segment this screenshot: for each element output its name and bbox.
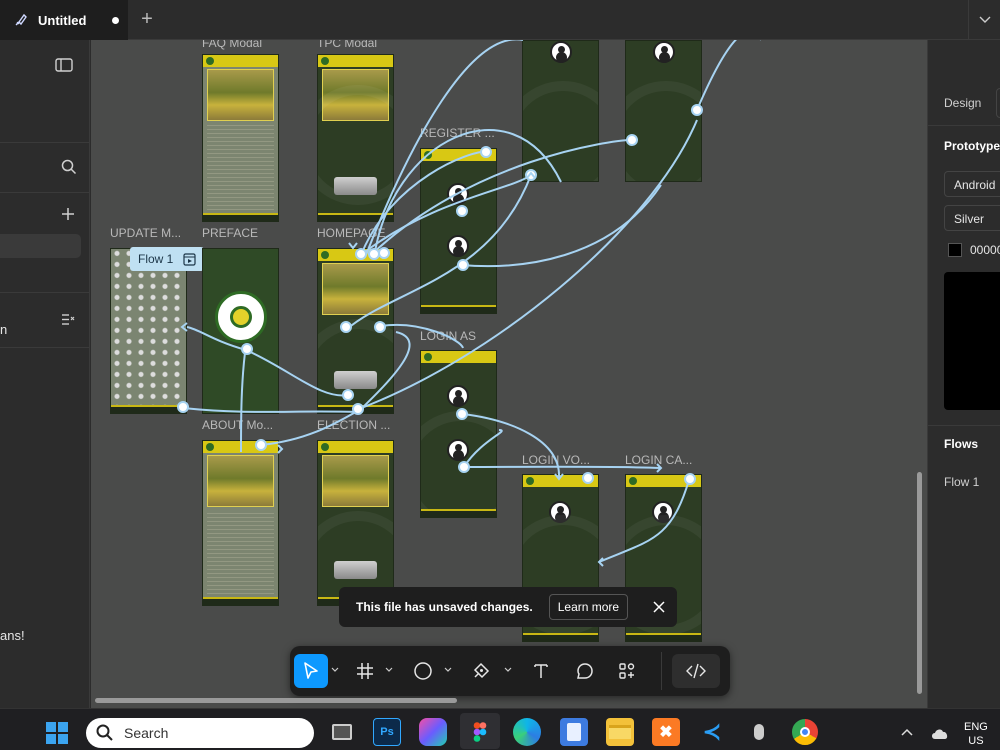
move-tool-button[interactable]: [294, 654, 328, 688]
model-select[interactable]: Silver: [944, 205, 1000, 231]
notepad-icon[interactable]: [560, 718, 588, 746]
device-select[interactable]: Android: [944, 171, 1000, 197]
flows-heading: Flows: [944, 437, 979, 451]
close-icon[interactable]: [652, 600, 666, 614]
photoshop-icon[interactable]: Ps: [373, 718, 401, 746]
window-menu-button[interactable]: [968, 0, 1000, 40]
chevron-up-icon[interactable]: [901, 728, 913, 736]
connector-20: [696, 40, 761, 111]
chevron-down-icon[interactable]: [385, 666, 393, 674]
vertical-scrollbar[interactable]: [917, 472, 922, 694]
connector-16: [463, 429, 503, 468]
flow-list-item[interactable]: Flow 1: [944, 475, 979, 489]
layer-label-fragment: n: [0, 322, 8, 337]
language-code: ENG: [964, 721, 988, 733]
connector-8: [245, 349, 350, 397]
background-color-row[interactable]: 00000: [948, 243, 1000, 257]
search-icon: [96, 724, 113, 741]
search-placeholder: Search: [124, 725, 169, 741]
zoom-dropdown[interactable]: [996, 88, 1000, 118]
add-page-icon[interactable]: [61, 207, 75, 221]
dev-mode-toggle[interactable]: [672, 654, 720, 688]
pen-tool-button[interactable]: [464, 654, 498, 688]
connector-15: [463, 465, 662, 469]
comment-bubble-icon: [577, 663, 593, 679]
collapse-layers-icon[interactable]: [61, 313, 75, 326]
connector-19: [373, 128, 562, 259]
figma-icon[interactable]: [466, 718, 494, 746]
divider: [928, 425, 1000, 426]
task-view-icon[interactable]: [328, 718, 356, 746]
region-code: US: [968, 735, 984, 747]
selected-page-item[interactable]: [0, 234, 81, 258]
tools-toolbar: [290, 646, 730, 696]
chrome-icon[interactable]: [791, 718, 819, 746]
chevron-down-icon: [979, 16, 990, 23]
search-icon[interactable]: [61, 159, 77, 175]
edge-icon[interactable]: [513, 718, 541, 746]
chevron-down-icon[interactable]: [504, 666, 512, 674]
chevron-down-icon[interactable]: [444, 666, 452, 674]
language-indicator[interactable]: ENG US: [964, 720, 988, 748]
tab-design[interactable]: Design: [944, 96, 981, 110]
layers-header: [0, 293, 90, 348]
connector-9: [182, 407, 359, 413]
learn-more-button[interactable]: Learn more: [548, 594, 629, 620]
actions-tool-button[interactable]: [610, 654, 644, 688]
title-bar: Untitled +: [0, 0, 1000, 40]
connector-6: [380, 323, 464, 349]
connector-1: [360, 150, 487, 256]
windows-taskbar: Search Ps ✖ ≺ ENG US: [0, 708, 1000, 750]
microphone-icon[interactable]: [745, 718, 773, 746]
widgets-icon: [619, 663, 635, 679]
horizontal-scrollbar[interactable]: [95, 698, 457, 703]
text-t-icon: [534, 664, 548, 678]
device-preview: [944, 272, 1000, 410]
file-explorer-icon[interactable]: [606, 718, 634, 746]
toast-message: This file has unsaved changes.: [356, 600, 533, 614]
left-panel: n ans!: [0, 40, 90, 708]
connector-13: [260, 408, 362, 446]
connector-11: [357, 331, 411, 413]
color-swatch[interactable]: [948, 243, 962, 257]
figma-file-icon: [15, 13, 27, 26]
right-panel: Design Prototype Android Silver 00000 Fl…: [927, 40, 1000, 708]
code-icon: [686, 663, 706, 679]
tab-untitled[interactable]: Untitled: [0, 0, 128, 40]
frame-hash-icon: [357, 663, 373, 679]
ellipse-icon: [414, 662, 432, 680]
vscode-icon[interactable]: ≺: [698, 718, 726, 746]
frame-tool-button[interactable]: [348, 654, 382, 688]
panel-text-fragment: ans!: [0, 628, 25, 643]
xampp-icon[interactable]: ✖: [652, 718, 680, 746]
windows-start-icon[interactable]: [45, 721, 69, 745]
pen-icon: [473, 662, 490, 679]
connector-7: [186, 326, 247, 351]
onedrive-cloud-icon[interactable]: [930, 726, 950, 740]
taskbar-search[interactable]: Search: [86, 718, 314, 748]
toolbar-divider: [661, 652, 662, 690]
tab-title: Untitled: [38, 12, 87, 28]
comment-tool-button[interactable]: [568, 654, 602, 688]
design-canvas[interactable]: FAQ Modal TPC Modal REGISTER ... UPDATE …: [91, 40, 927, 708]
connector-3: [365, 40, 523, 256]
new-tab-button[interactable]: +: [136, 8, 158, 30]
search-row: [0, 143, 90, 193]
text-tool-button[interactable]: [524, 654, 558, 688]
ellipse-tool-button[interactable]: [406, 654, 440, 688]
connector-17: [598, 479, 690, 563]
connector-14: [462, 413, 561, 479]
connector-12: [240, 344, 247, 453]
cursor-arrow-icon: [304, 662, 318, 679]
unsaved-changes-toast: This file has unsaved changes. Learn mor…: [339, 587, 677, 627]
tab-prototype[interactable]: Prototype: [944, 139, 1000, 153]
copilot-icon[interactable]: [419, 718, 447, 746]
color-value[interactable]: 00000: [970, 243, 1000, 257]
unsaved-dot-icon: [112, 16, 120, 24]
divider: [928, 125, 1000, 126]
connector-18: [460, 184, 662, 268]
left-panel-header: [0, 40, 90, 143]
chevron-down-icon[interactable]: [331, 666, 339, 674]
